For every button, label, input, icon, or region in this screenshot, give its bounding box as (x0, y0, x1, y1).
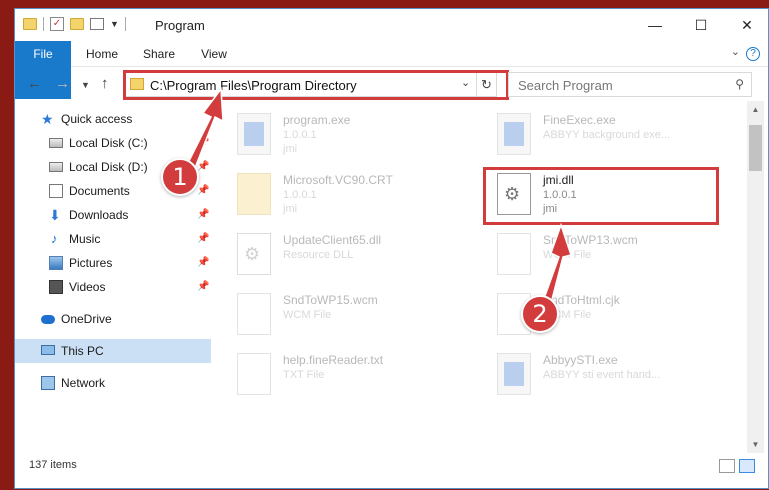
annotation-arrows (183, 86, 572, 313)
callout-1-badge: 1 (161, 158, 199, 196)
callout-2-badge: 2 (521, 295, 559, 333)
explorer-window: ✓ ▼ Program — ☐ ✕ File Home Share View ⌄… (14, 8, 769, 489)
